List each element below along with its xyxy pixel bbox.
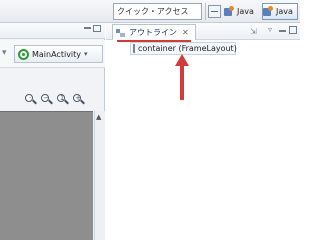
activity-selector-label: MainActivity (32, 49, 82, 59)
outline-icon (116, 28, 126, 38)
annotation-arrow-icon (175, 54, 189, 100)
perspective-java-button[interactable]: Java (224, 3, 260, 20)
tab-outline[interactable]: アウトライン ✕ (112, 24, 196, 40)
chevron-down-icon[interactable]: ▾ (2, 48, 7, 58)
perspective-label: Java (276, 7, 293, 16)
chevron-down-icon: ▾ (84, 50, 88, 58)
view-menu-icon[interactable]: ⇲ (250, 27, 257, 36)
open-perspective-icon[interactable] (208, 5, 221, 18)
java-perspective-icon (224, 6, 235, 17)
tree-item-checkbox[interactable] (133, 44, 135, 53)
toolbar-separator (205, 3, 206, 20)
zoom-fit-icon[interactable]: · (24, 93, 37, 106)
zoom-actual-icon[interactable]: 1 (56, 93, 69, 106)
activity-selector[interactable]: MainActivity ▾ (14, 45, 103, 63)
minimize-icon[interactable] (279, 30, 286, 32)
tree-item-label: container (FrameLayout) (138, 44, 237, 53)
editor-tab-bar (0, 23, 105, 39)
outline-view (106, 23, 300, 240)
perspective-label: Java (237, 7, 254, 16)
close-icon[interactable]: ✕ (182, 28, 189, 37)
minimize-icon[interactable] (84, 27, 91, 29)
tab-outline-label: アウトライン (129, 28, 177, 37)
zoom-in-icon[interactable]: + (72, 93, 85, 106)
scroll-up-icon[interactable]: ▲ (96, 113, 101, 121)
maximize-icon[interactable] (289, 26, 297, 34)
perspective-java-active-button[interactable]: Java (262, 3, 298, 20)
vertical-scrollbar[interactable] (94, 111, 105, 240)
zoom-controls: · − 1 + (24, 93, 102, 107)
layout-canvas[interactable] (0, 111, 93, 240)
java-perspective-icon (263, 6, 274, 17)
zoom-out-icon[interactable]: − (40, 93, 53, 106)
dropdown-icon[interactable]: ▿ (268, 25, 272, 34)
activity-icon (18, 48, 29, 60)
quick-access-input[interactable]: クイック・アクセス (113, 3, 202, 20)
maximize-icon[interactable] (93, 25, 101, 32)
